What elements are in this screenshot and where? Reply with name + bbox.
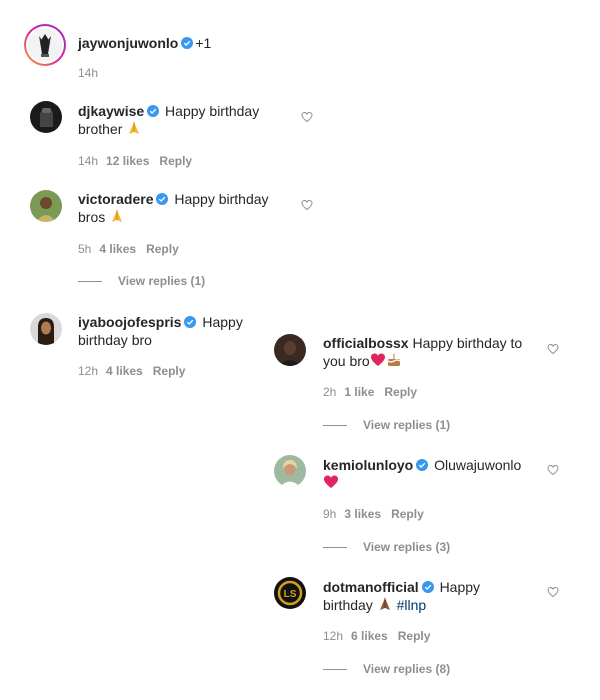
verified-icon: [147, 105, 160, 117]
avatar[interactable]: [30, 190, 62, 222]
username[interactable]: iyaboojofespris: [78, 314, 181, 330]
post-author: jaywonjuwonlo +1: [78, 34, 211, 52]
view-replies-label[interactable]: View replies (3): [363, 540, 450, 554]
comment-meta: 5h 4 likes Reply: [78, 242, 179, 256]
view-replies-button[interactable]: View replies (1): [323, 418, 450, 432]
divider: [323, 669, 347, 671]
comment-text: Happy: [202, 314, 243, 330]
comment-time: 12h: [78, 364, 99, 378]
username[interactable]: kemiolunloyo: [323, 457, 413, 473]
username[interactable]: djkaywise: [78, 103, 144, 119]
reply-time: 12h: [323, 629, 344, 643]
likes-count[interactable]: 12 likes: [106, 154, 149, 168]
comment-text: Happy birthday: [165, 103, 260, 119]
avatar[interactable]: LS: [274, 577, 306, 609]
reply-button[interactable]: Reply: [153, 364, 186, 378]
likes-count[interactable]: 4 likes: [106, 364, 143, 378]
reply-time: 2h: [323, 385, 337, 399]
folded-hands-icon: [129, 122, 140, 134]
avatar[interactable]: [28, 28, 62, 62]
verified-icon: [184, 316, 197, 328]
reply-time: 9h: [323, 507, 337, 521]
reply-button[interactable]: Reply: [146, 242, 179, 256]
like-heart-icon[interactable]: [547, 586, 559, 598]
reply-body: officialbossx Happy birthday to you bro: [323, 334, 538, 370]
red-heart-icon: [324, 475, 338, 488]
folded-hands-icon: [379, 598, 390, 610]
comment-body: victoradere Happy birthday bros: [78, 190, 288, 226]
like-heart-icon[interactable]: [301, 111, 313, 123]
reply-text: Happy: [439, 579, 481, 595]
birthday-cake-icon: [387, 353, 401, 366]
username[interactable]: victoradere: [78, 191, 153, 207]
view-replies-button[interactable]: View replies (8): [323, 662, 450, 676]
avatar[interactable]: [274, 455, 306, 487]
reply-text: you bro: [323, 353, 370, 369]
reply-button[interactable]: Reply: [159, 154, 192, 168]
view-replies-label[interactable]: View replies (8): [363, 662, 450, 676]
username[interactable]: officialbossx: [323, 335, 409, 351]
comment-time: 14h: [78, 154, 99, 168]
likes-count[interactable]: 3 likes: [344, 507, 381, 521]
comment-text: birthday bro: [78, 332, 152, 348]
reply-body: kemiolunloyo Oluwajuwonlo: [323, 456, 538, 492]
folded-hands-icon: [112, 210, 123, 222]
divider: [323, 547, 347, 549]
verified-icon: [416, 459, 429, 471]
reply-button[interactable]: Reply: [384, 385, 417, 399]
verified-icon: [181, 37, 194, 49]
avatar[interactable]: [30, 101, 62, 133]
like-heart-icon[interactable]: [547, 343, 559, 355]
view-replies-label[interactable]: View replies (1): [118, 274, 205, 288]
reply-button[interactable]: Reply: [398, 629, 431, 643]
reply-button[interactable]: Reply: [391, 507, 424, 521]
reply-meta: 2h 1 like Reply: [323, 385, 417, 399]
reply-meta: 12h 6 likes Reply: [323, 629, 430, 643]
verified-icon: [156, 193, 169, 205]
likes-count[interactable]: 6 likes: [351, 629, 388, 643]
username[interactable]: dotmanofficial: [323, 579, 419, 595]
post-time: 14h: [78, 66, 99, 80]
verified-icon: [421, 581, 434, 593]
comment-meta: 12h 4 likes Reply: [78, 364, 185, 378]
view-replies-button[interactable]: View replies (3): [323, 540, 450, 554]
username[interactable]: jaywonjuwonlo: [78, 35, 178, 51]
likes-count[interactable]: 4 likes: [99, 242, 136, 256]
svg-text:LS: LS: [284, 589, 297, 600]
reply-text: birthday: [323, 597, 373, 613]
comment-time: 5h: [78, 242, 92, 256]
comment-text: brother: [78, 121, 123, 137]
avatar[interactable]: [30, 313, 62, 345]
coauthor-count[interactable]: +1: [195, 35, 211, 51]
reply-body: dotmanofficial Happy birthday #llnp: [323, 578, 538, 614]
comment-text: Happy birthday: [174, 191, 269, 207]
reply-text: Oluwajuwonlo: [434, 457, 522, 473]
avatar[interactable]: [274, 334, 306, 366]
divider: [323, 425, 347, 427]
reply-text: Happy birthday to: [412, 335, 523, 351]
view-replies-button[interactable]: View replies (1): [78, 274, 205, 288]
divider: [78, 281, 102, 283]
red-heart-icon: [370, 353, 385, 366]
hashtag-link[interactable]: #llnp: [397, 597, 427, 613]
like-heart-icon[interactable]: [301, 199, 313, 211]
comment-text: bros: [78, 209, 106, 225]
likes-count[interactable]: 1 like: [344, 385, 374, 399]
view-replies-label[interactable]: View replies (1): [363, 418, 450, 432]
comment-body: djkaywise Happy birthday brother: [78, 102, 288, 138]
comment-body: iyaboojofespris Happy birthday bro: [78, 313, 278, 349]
reply-meta: 9h 3 likes Reply: [323, 507, 424, 521]
comment-meta: 14h 12 likes Reply: [78, 154, 192, 168]
like-heart-icon[interactable]: [547, 464, 559, 476]
